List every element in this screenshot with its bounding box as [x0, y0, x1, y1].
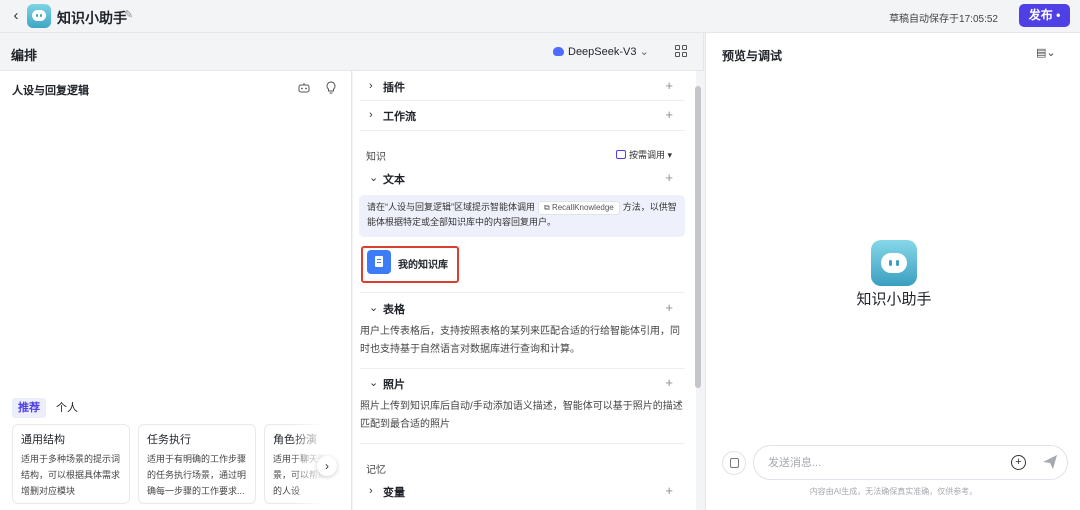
divider [360, 100, 685, 101]
optimize-icon[interactable] [298, 82, 310, 94]
tab-personal[interactable]: 个人 [50, 398, 84, 418]
divider [360, 443, 685, 444]
chevron-right-icon[interactable]: › [369, 484, 379, 498]
skill-row-text[interactable]: ⌄ 文本 + [353, 167, 685, 189]
template-card-general[interactable]: 通用结构 适用于多种场景的提示词结构，可以根据具体需求增删对应模块 [12, 424, 130, 504]
lightbulb-icon[interactable] [325, 81, 337, 94]
skill-label: 工作流 [383, 111, 416, 123]
knowledge-section-label: 知识 [366, 152, 386, 163]
grid-icon[interactable] [675, 45, 687, 57]
chevron-down-icon[interactable]: ⌄ [369, 171, 379, 185]
skill-row-photo[interactable]: ⌄ 照片 + [353, 372, 685, 394]
recall-hint: 请在“人设与回复逻辑”区域提示智能体调用 ⧉ RecallKnowledge 方法，… [359, 195, 685, 237]
model-selector[interactable]: DeepSeek-V3 ⌄ [553, 45, 649, 58]
skill-label: 表格 [383, 304, 405, 316]
plus-circle-icon[interactable]: + [1011, 455, 1026, 470]
bot-name: 知识小助手 [57, 10, 127, 26]
skill-label: 变量 [383, 487, 405, 499]
chevron-down-icon[interactable]: ⌄ [369, 301, 379, 315]
ai-disclaimer: 内容由AI生成，无法确保真实准确，仅供参考。 [809, 487, 978, 496]
pencil-icon[interactable]: ✎ [124, 9, 136, 21]
add-variable-button[interactable]: + [665, 483, 673, 498]
skills-scrollbar[interactable] [695, 86, 701, 388]
skill-label: 插件 [383, 82, 405, 94]
photo-description: 照片上传到知识库后自动/手动添加语义描述，智能体可以基于照片的描述匹配到最合适的… [360, 401, 683, 430]
chevron-down-icon[interactable]: ⌄ [369, 376, 379, 390]
call-mode-icon [616, 150, 626, 159]
divider [360, 368, 685, 369]
send-icon[interactable] [1041, 453, 1059, 471]
skill-row-plugin[interactable]: › 插件 + [353, 75, 685, 97]
call-mode-label: 按需调用 [629, 150, 666, 160]
add-workflow-button[interactable]: + [665, 107, 673, 122]
editor-header: 编排 DeepSeek-V3 ⌄ [0, 33, 704, 71]
top-bar: ‹ 知识小助手 ✎ 草稿自动保存于17:05:52 发布 • [0, 0, 1080, 33]
add-text-knowledge-button[interactable]: + [665, 170, 673, 185]
publish-dot: • [1056, 8, 1061, 22]
publish-label: 发布 [1028, 8, 1053, 22]
model-name: DeepSeek-V3 [568, 46, 637, 58]
editor-title: 编排 [11, 48, 38, 63]
skill-row-table[interactable]: ⌄ 表格 + [353, 297, 685, 319]
template-card-task[interactable]: 任务执行 适用于有明确的工作步骤的任务执行场景，通过明确每一步骤的工作要求... [138, 424, 256, 504]
skills-panel: › 插件 + › 工作流 + 知识 按需调用 ▾ ⌄ 文本 + 请在“人设与回复… [353, 71, 696, 510]
add-table-knowledge-button[interactable]: + [665, 300, 673, 315]
card-title: 通用结构 [21, 434, 65, 446]
recall-knowledge-chip: ⧉ RecallKnowledge [538, 201, 620, 215]
skill-row-variable[interactable]: › 变量 + [353, 480, 685, 502]
preview-title: 预览与调试 [722, 49, 783, 63]
memory-section-label: 记忆 [366, 465, 386, 476]
skill-label: 文本 [383, 174, 405, 186]
chat-input-box: + [753, 445, 1068, 480]
tab-recommended[interactable]: 推荐 [12, 398, 46, 418]
table-description: 用户上传表格后，支持按照表格的某列来匹配合适的行给智能体引用，同时也支持基于自然… [360, 326, 680, 355]
add-photo-knowledge-button[interactable]: + [665, 375, 673, 390]
autosave-status: 草稿自动保存于17:05:52 [889, 14, 998, 25]
bot-avatar [27, 4, 51, 28]
chevron-right-icon[interactable]: › [369, 108, 379, 122]
hint-text-before: 请在“人设与回复逻辑”区域提示智能体调用 [367, 202, 535, 212]
message-input[interactable] [768, 455, 998, 471]
persona-title: 人设与回复逻辑 [12, 85, 89, 97]
clear-history-icon[interactable] [722, 451, 746, 475]
skill-row-workflow[interactable]: › 工作流 + [353, 104, 685, 126]
chip-label: RecallKnowledge [551, 203, 614, 212]
card-desc: 适用于有明确的工作步骤的任务执行场景，通过明确每一步骤的工作要求... [147, 454, 247, 496]
skill-label: 照片 [383, 379, 405, 391]
chevron-down-icon: ⌄ [639, 46, 649, 58]
preview-panel: 预览与调试 ▤⌄ 知识小助手 + 内容由AI生成，无法确保真实准确，仅供参考。 [705, 33, 1080, 510]
annotation-highlight-box [361, 246, 459, 283]
bot-avatar-large [871, 240, 917, 286]
preview-bot-name: 知识小助手 [856, 291, 932, 308]
deepseek-logo-icon [553, 47, 564, 56]
add-plugin-button[interactable]: + [665, 78, 673, 93]
chevron-left-icon[interactable]: ‹ [8, 7, 24, 25]
chevron-right-icon[interactable]: › [369, 79, 379, 93]
call-mode-dropdown[interactable]: 按需调用 ▾ [616, 148, 672, 161]
divider [360, 292, 685, 293]
card-desc: 适用于多种场景的提示词结构，可以根据具体需求增删对应模块 [21, 454, 121, 496]
chevron-right-icon[interactable]: › [317, 456, 337, 476]
file-settings-icon[interactable]: ▤⌄ [1036, 46, 1056, 59]
card-title: 任务执行 [147, 434, 191, 446]
publish-button[interactable]: 发布 • [1019, 4, 1070, 27]
persona-panel: 人设与回复逻辑 推荐 个人 通用结构 适用于多种场景的提示词结构，可以根据具体需… [0, 71, 352, 510]
divider [360, 130, 685, 131]
